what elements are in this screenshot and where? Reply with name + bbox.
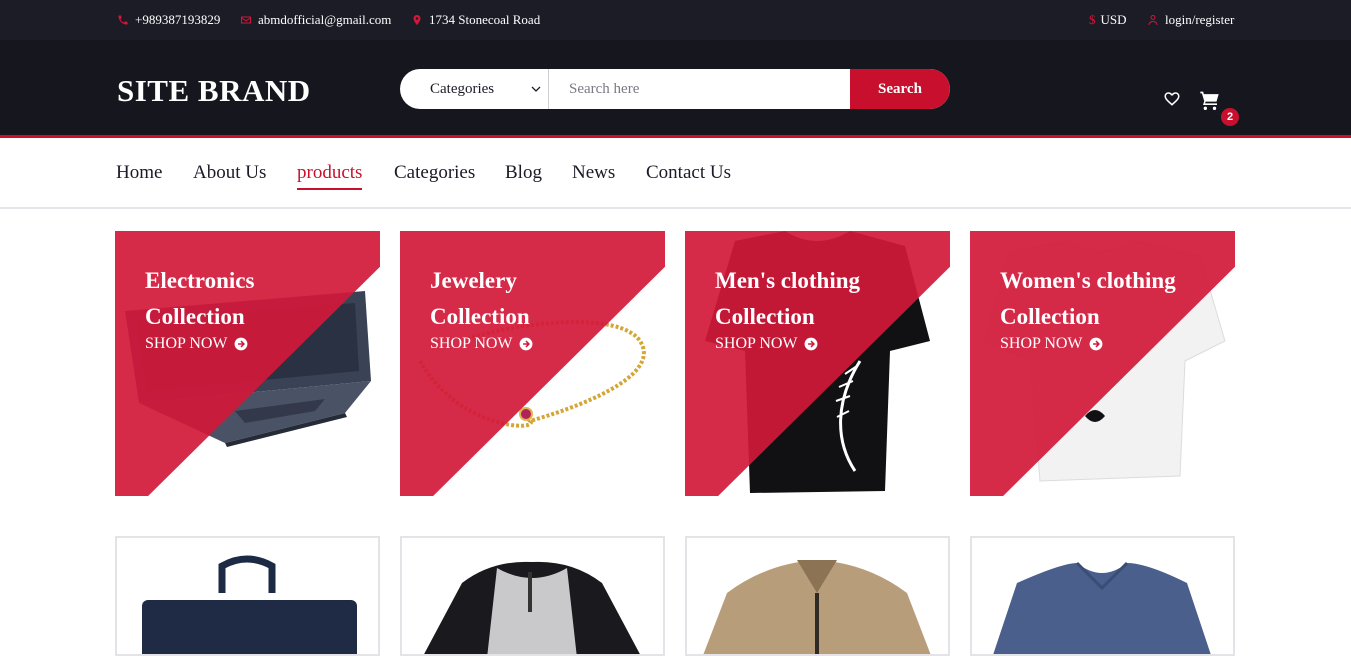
shop-now-link[interactable]: SHOP NOW bbox=[430, 335, 533, 353]
nav-item-about-us[interactable]: About Us bbox=[193, 162, 266, 188]
phone-icon bbox=[118, 15, 128, 25]
phone-contact[interactable]: +989387193829 bbox=[117, 12, 220, 28]
address-contact[interactable]: 1734 Stonecoal Road bbox=[411, 12, 540, 28]
address-text: 1734 Stonecoal Road bbox=[429, 12, 541, 27]
currency-label: USD bbox=[1100, 12, 1127, 27]
banner-title-line2: Collection bbox=[1000, 304, 1100, 329]
search-input[interactable] bbox=[549, 69, 850, 109]
banner-title-line2: Collection bbox=[430, 304, 530, 329]
envelope-icon bbox=[241, 16, 251, 24]
shop-now-label: SHOP NOW bbox=[715, 335, 798, 352]
shop-now-link[interactable]: SHOP NOW bbox=[1000, 335, 1103, 353]
product-card[interactable] bbox=[970, 536, 1235, 656]
banner-title: Women's clothing Collection bbox=[1000, 263, 1176, 335]
arrow-circle-right-icon bbox=[234, 337, 247, 351]
banner-electronics[interactable]: Electronics Collection SHOP NOW bbox=[115, 231, 380, 496]
cart-count-badge: 2 bbox=[1221, 108, 1239, 126]
email-address: abmdofficial@gmail.com bbox=[258, 12, 392, 27]
banner-mens-clothing[interactable]: Men's clothing Collection SHOP NOW bbox=[685, 231, 950, 496]
banner-title: Electronics Collection bbox=[145, 263, 254, 335]
nav-item-categories[interactable]: Categories bbox=[394, 162, 475, 188]
email-contact[interactable]: abmdofficial@gmail.com bbox=[240, 12, 391, 28]
banner-title-line1: Men's clothing bbox=[715, 268, 861, 293]
shop-now-link[interactable]: SHOP NOW bbox=[715, 335, 818, 353]
search-bar: Categories Search bbox=[400, 69, 950, 109]
chevron-down-icon bbox=[531, 86, 541, 92]
cart-button[interactable] bbox=[1199, 90, 1220, 110]
search-button[interactable]: Search bbox=[850, 69, 950, 109]
heart-icon bbox=[1164, 92, 1180, 106]
shop-now-label: SHOP NOW bbox=[430, 335, 513, 352]
blue-vneck-tshirt-image bbox=[993, 561, 1211, 654]
banner-title: Jewelery Collection bbox=[430, 263, 530, 335]
arrow-circle-right-icon bbox=[804, 337, 817, 351]
login-register-link[interactable]: login/register bbox=[1147, 12, 1234, 28]
banner-title-line1: Women's clothing bbox=[1000, 268, 1176, 293]
banner-title-line2: Collection bbox=[145, 304, 245, 329]
login-label: login/register bbox=[1165, 12, 1235, 27]
user-icon bbox=[1148, 15, 1158, 25]
currency-selector[interactable]: $ USD bbox=[1089, 12, 1127, 28]
phone-number: +989387193829 bbox=[135, 12, 221, 27]
shop-now-label: SHOP NOW bbox=[145, 335, 228, 352]
category-dropdown-label: Categories bbox=[430, 80, 495, 97]
nav-item-blog[interactable]: Blog bbox=[505, 162, 542, 188]
banner-jewelery[interactable]: Jewelery Collection SHOP NOW bbox=[400, 231, 665, 496]
wishlist-button[interactable] bbox=[1163, 90, 1181, 108]
shop-now-label: SHOP NOW bbox=[1000, 335, 1083, 352]
top-bar: +989387193829 abmdofficial@gmail.com 173… bbox=[0, 0, 1351, 40]
banner-title-line1: Jewelery bbox=[430, 268, 517, 293]
map-marker-icon bbox=[413, 15, 421, 25]
site-brand-logo[interactable]: SITE BRAND bbox=[117, 73, 311, 109]
category-dropdown[interactable]: Categories bbox=[400, 69, 549, 109]
arrow-circle-right-icon bbox=[1089, 337, 1102, 351]
product-card[interactable] bbox=[685, 536, 950, 656]
arrow-circle-right-icon bbox=[519, 337, 532, 351]
product-card[interactable] bbox=[400, 536, 665, 656]
banner-title-line2: Collection bbox=[715, 304, 815, 329]
nav-item-products[interactable]: products bbox=[297, 162, 363, 190]
banner-title: Men's clothing Collection bbox=[715, 263, 860, 335]
banner-womens-clothing[interactable]: Women's clothing Collection SHOP NOW bbox=[970, 231, 1235, 496]
main-navigation: Home About Us products Categories Blog N… bbox=[0, 138, 1351, 209]
nav-item-home[interactable]: Home bbox=[116, 162, 162, 188]
shopping-cart-icon bbox=[1200, 91, 1219, 110]
banner-title-line1: Electronics bbox=[145, 268, 255, 293]
raglan-shirt-image bbox=[424, 561, 640, 654]
product-card[interactable] bbox=[115, 536, 380, 656]
shop-now-link[interactable]: SHOP NOW bbox=[145, 335, 248, 353]
nav-item-contact-us[interactable]: Contact Us bbox=[646, 162, 731, 188]
dollar-icon: $ bbox=[1089, 12, 1096, 27]
khaki-jacket-image bbox=[703, 560, 931, 654]
navy-bag-image bbox=[142, 555, 357, 654]
nav-item-news[interactable]: News bbox=[572, 162, 615, 188]
main-header: SITE BRAND Categories Search 2 bbox=[0, 40, 1351, 138]
